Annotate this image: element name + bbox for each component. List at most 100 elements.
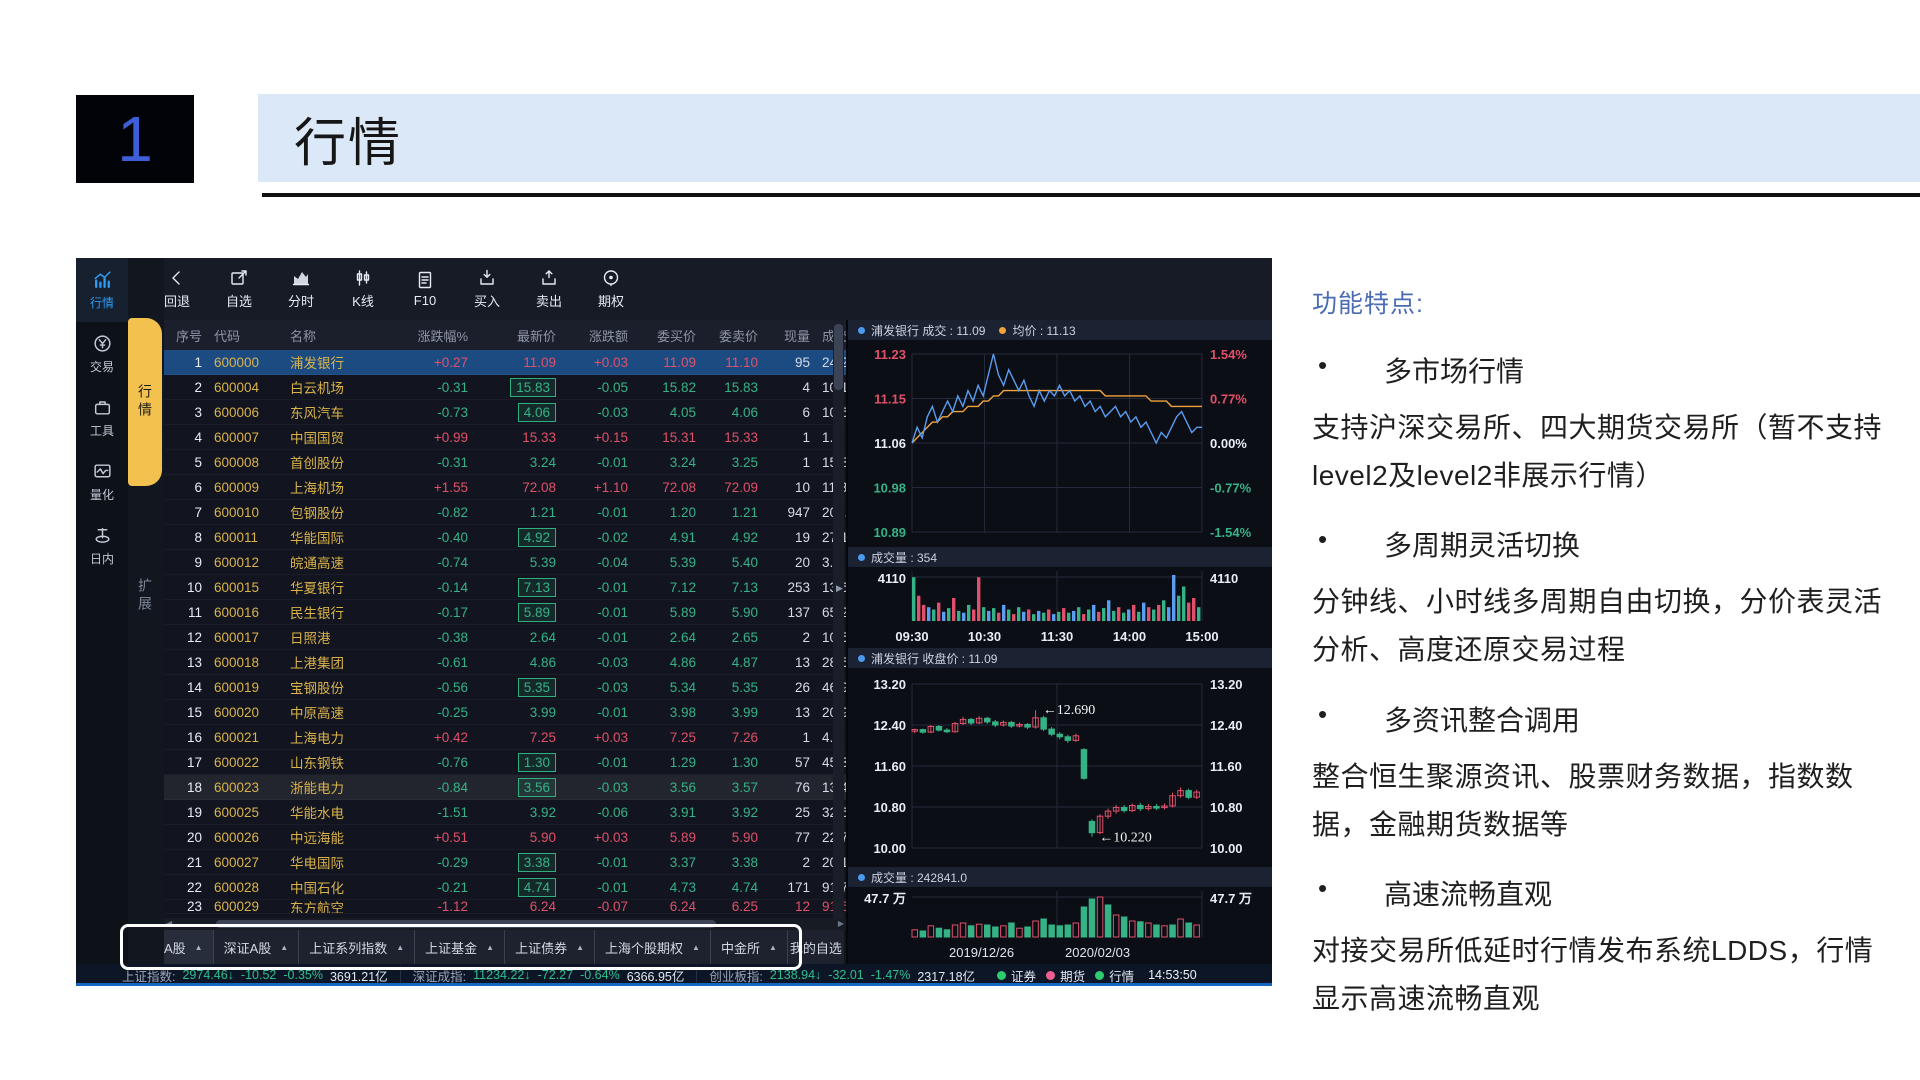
table-row[interactable]: 16600021上海电力+0.427.25+0.037.257.2614.5 bbox=[164, 725, 846, 750]
svg-text:1.54%: 1.54% bbox=[1210, 347, 1247, 362]
toolbar-button-卖出[interactable]: 卖出 bbox=[518, 261, 580, 317]
column-header[interactable]: 涨跌幅% bbox=[388, 326, 474, 345]
cell: 15 bbox=[164, 705, 208, 720]
sidebar-item-label: 日内 bbox=[90, 550, 114, 567]
market-tab-label: 上海个股期权 bbox=[605, 938, 683, 957]
toolbar-button-期权[interactable]: 期权 bbox=[580, 261, 642, 317]
cell: 7.25 bbox=[474, 730, 562, 745]
table-row[interactable]: 21600027华电国际-0.293.38-0.013.373.38220.1 bbox=[164, 850, 846, 875]
panel-expand-icon[interactable]: ▶ bbox=[836, 583, 843, 594]
blue-dot-icon bbox=[858, 327, 865, 334]
table-row[interactable]: 4600007中国国贸+0.9915.33+0.1515.3115.3311.6 bbox=[164, 425, 846, 450]
features-panel: 功能特点: •多市场行情支持沪深交易所、四大期货交易所（暂不支持level2及l… bbox=[1312, 284, 1894, 1047]
cell: -0.38 bbox=[388, 630, 474, 645]
triangle-up-icon: ▲ bbox=[280, 943, 288, 952]
table-row[interactable]: 22600028中国石化-0.214.74-0.014.734.7417191.… bbox=[164, 875, 846, 900]
hscroll-right-icon[interactable]: ▶ bbox=[838, 918, 844, 930]
cell: 72.09 bbox=[702, 480, 764, 495]
horizontal-scrollbar[interactable]: ◀ ▶ bbox=[164, 918, 846, 930]
table-row[interactable]: 12600017日照港-0.382.64-0.012.642.65210.5 bbox=[164, 625, 846, 650]
table-row[interactable]: 8600011华能国际-0.404.92-0.024.914.921927.1 bbox=[164, 525, 846, 550]
intraday-time-axis: 09:3010:3011:3014:0015:00 bbox=[848, 628, 1272, 648]
column-header[interactable]: 序号 bbox=[164, 326, 208, 345]
cell: -0.56 bbox=[388, 680, 474, 695]
table-row[interactable]: 9600012皖通高速-0.745.39-0.045.395.40203.3 bbox=[164, 550, 846, 575]
market-tab-上证基金[interactable]: 上证基金▲ bbox=[415, 930, 505, 964]
toolbar-button-买入[interactable]: 买入 bbox=[456, 261, 518, 317]
market-tab-中金所[interactable]: 中金所▲ bbox=[711, 930, 788, 964]
svg-text:10.80: 10.80 bbox=[873, 800, 906, 815]
toolbar-button-分时[interactable]: 分时 bbox=[270, 261, 332, 317]
table-row[interactable]: 19600025华能水电-1.513.92-0.063.913.922532.6 bbox=[164, 800, 846, 825]
sidebar-item-日内[interactable]: 日内 bbox=[76, 514, 128, 578]
sidebar-item-量化[interactable]: 量化 bbox=[76, 450, 128, 514]
cell: -0.31 bbox=[388, 455, 474, 470]
feature-title: •多市场行情 bbox=[1312, 350, 1894, 390]
toolbar-button-F10[interactable]: F10 bbox=[394, 261, 456, 317]
table-row[interactable]: 18600023浙能电力-0.843.56-0.033.563.577613.4 bbox=[164, 775, 846, 800]
cell: 20 bbox=[164, 830, 208, 845]
sidebar-item-工具[interactable]: 工具 bbox=[76, 386, 128, 450]
market-tab-上证系列指数[interactable]: 上证系列指数▲ bbox=[299, 930, 415, 964]
sidebar-item-交易[interactable]: 交易 bbox=[76, 322, 128, 386]
table-row[interactable]: 14600019宝钢股份-0.565.35-0.035.345.352646.9 bbox=[164, 675, 846, 700]
table-row[interactable]: 5600008首创股份-0.313.24-0.013.243.25115.8 bbox=[164, 450, 846, 475]
table-row[interactable]: 20600026中远海能+0.515.90+0.035.895.907722.7 bbox=[164, 825, 846, 850]
svg-text:←10.220: ←10.220 bbox=[1099, 831, 1152, 846]
market-tab-我的自选[interactable]: 我的自选 bbox=[788, 930, 844, 964]
side-tab-extend[interactable]: 扩展 bbox=[128, 548, 162, 644]
kline-volume-chart: 47.7 万47.7 万 bbox=[848, 887, 1272, 939]
toolbar-button-自选[interactable]: 自选 bbox=[208, 261, 270, 317]
svg-text:11.23: 11.23 bbox=[874, 347, 906, 362]
market-tab-深证A股[interactable]: 深证A股▲ bbox=[214, 930, 300, 964]
market-tab-上海个股期权[interactable]: 上海个股期权▲ bbox=[595, 930, 711, 964]
cell: 600023 bbox=[208, 780, 284, 795]
trade-yuan-icon bbox=[92, 333, 113, 354]
column-header[interactable]: 委买价 bbox=[634, 326, 702, 345]
status-bar: 上证指数:2974.46↓-10.52-0.35%3691.21亿深证成指:11… bbox=[76, 964, 1272, 986]
cell: 4.87 bbox=[702, 655, 764, 670]
cell: 10 bbox=[164, 580, 208, 595]
cell: 600026 bbox=[208, 830, 284, 845]
table-row[interactable]: 10600015华夏银行-0.147.13-0.017.127.1325313.… bbox=[164, 575, 846, 600]
cell: 4 bbox=[764, 380, 816, 395]
column-header[interactable]: 名称 bbox=[284, 326, 388, 345]
table-row[interactable]: 6600009上海机场+1.5572.08+1.1072.0872.091011… bbox=[164, 475, 846, 500]
table-row[interactable]: 1600000浦发银行+0.2711.09+0.0311.0911.109524… bbox=[164, 350, 846, 375]
table-row[interactable]: 3600006东风汽车-0.734.06-0.034.054.06610.6 bbox=[164, 400, 846, 425]
market-tab-上证债券[interactable]: 上证债券▲ bbox=[505, 930, 595, 964]
table-row[interactable]: 23600029东方航空-1.126.24-0.076.246.251291.6 bbox=[164, 900, 846, 914]
cell: 11 bbox=[164, 605, 208, 620]
cell: 1.20 bbox=[634, 505, 702, 520]
buy-icon bbox=[477, 268, 497, 288]
column-header[interactable]: 涨跌额 bbox=[562, 326, 634, 345]
toolbar-button-K线[interactable]: K线 bbox=[332, 261, 394, 317]
cell: 3.38 bbox=[474, 853, 562, 872]
cell: 3.24 bbox=[474, 455, 562, 470]
side-tab-quotes[interactable]: 行情 bbox=[128, 318, 162, 486]
svg-text:47.7 万: 47.7 万 bbox=[864, 891, 906, 906]
column-header[interactable]: 最新价 bbox=[474, 326, 562, 345]
column-header[interactable]: 现量 bbox=[764, 326, 816, 345]
cell: 600011 bbox=[208, 530, 284, 545]
vertical-scrollbar[interactable] bbox=[833, 320, 844, 918]
cell: 6 bbox=[764, 405, 816, 420]
table-row[interactable]: 17600022山东钢铁-0.761.30-0.011.291.305745.3 bbox=[164, 750, 846, 775]
table-row[interactable]: 13600018上港集团-0.614.86-0.034.864.871328.5 bbox=[164, 650, 846, 675]
horizontal-scrollbar-thumb[interactable] bbox=[216, 920, 716, 928]
cell: 5.90 bbox=[474, 830, 562, 845]
cell: -0.29 bbox=[388, 855, 474, 870]
column-header[interactable]: 代码 bbox=[208, 326, 284, 345]
toolbar: 回退自选分时K线F10买入卖出期权 bbox=[128, 258, 1272, 320]
table-row[interactable]: 11600016民生银行-0.175.89-0.015.895.9013765.… bbox=[164, 600, 846, 625]
vertical-scrollbar-thumb[interactable] bbox=[834, 324, 843, 390]
sidebar-item-行情[interactable]: 行情 bbox=[76, 258, 128, 322]
column-header[interactable]: 委卖价 bbox=[702, 326, 764, 345]
table-row[interactable]: 7600010包钢股份-0.821.21-0.011.201.21947208.… bbox=[164, 500, 846, 525]
cell: 600019 bbox=[208, 680, 284, 695]
hscroll-left-icon[interactable]: ◀ bbox=[166, 918, 172, 930]
table-row[interactable]: 2600004白云机场-0.3115.83-0.0515.8215.83410.… bbox=[164, 375, 846, 400]
table-row[interactable]: 15600020中原高速-0.253.99-0.013.983.991320.9 bbox=[164, 700, 846, 725]
cell: 5.39 bbox=[474, 555, 562, 570]
cell: 22 bbox=[164, 880, 208, 895]
